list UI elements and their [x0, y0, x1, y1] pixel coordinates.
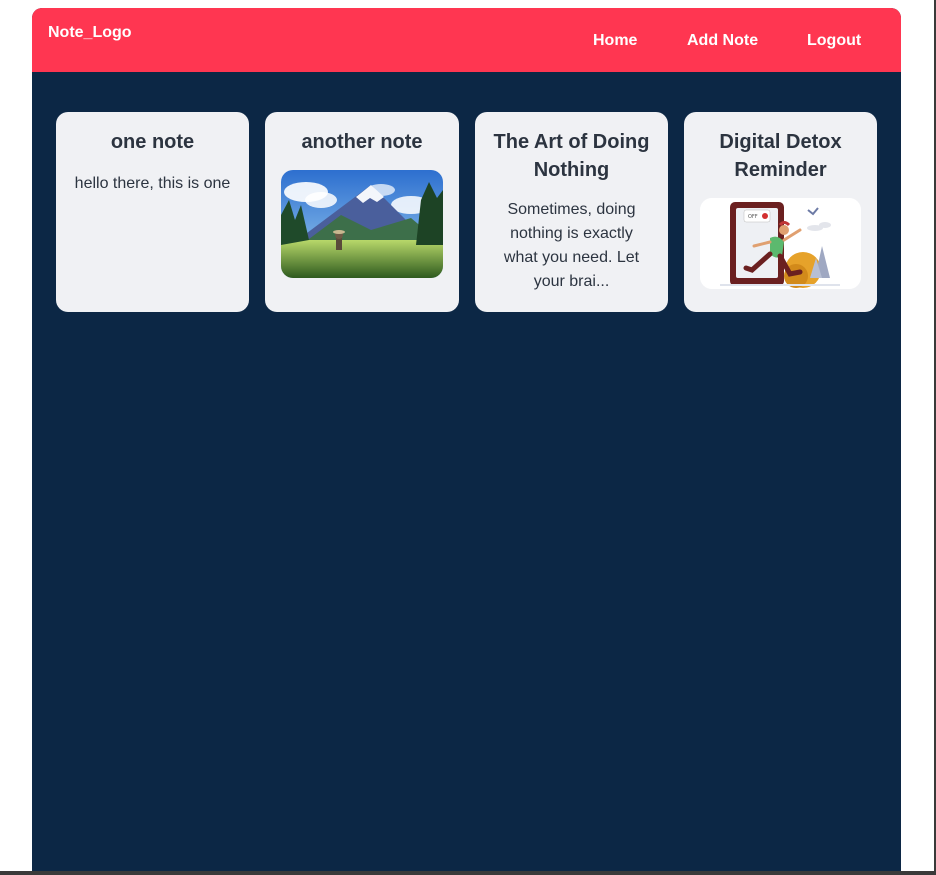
note-title: one note: [110, 131, 195, 153]
note-card[interactable]: another note: [265, 112, 459, 312]
nav-home-link[interactable]: Home: [593, 32, 637, 50]
window-bottom-edge: [0, 871, 936, 875]
note-card[interactable]: Digital Detox Reminder OFF: [684, 112, 877, 312]
note-body: Sometimes, doing nothing is exactly what…: [503, 201, 640, 290]
note-title: Digital Detox Reminder: [719, 131, 842, 181]
note-body: hello there, this is one: [74, 175, 231, 192]
navbar: Note_Logo Home Add Note Logout: [32, 8, 901, 72]
note-title: another note: [301, 131, 423, 153]
off-label-text: OFF: [748, 214, 758, 220]
nav-logout-link[interactable]: Logout: [807, 32, 861, 50]
nav-add-note-link[interactable]: Add Note: [687, 32, 758, 50]
mountain-landscape-image: [281, 170, 443, 278]
note-title: The Art of Doing Nothing: [493, 131, 650, 181]
note-card[interactable]: The Art of Doing Nothing Sometimes, doin…: [475, 112, 668, 312]
logo[interactable]: Note_Logo: [48, 24, 132, 42]
note-card[interactable]: one note hello there, this is one: [56, 112, 249, 312]
app-container: Note_Logo Home Add Note Logout one note …: [32, 8, 901, 871]
digital-detox-illustration: OFF: [700, 198, 861, 289]
